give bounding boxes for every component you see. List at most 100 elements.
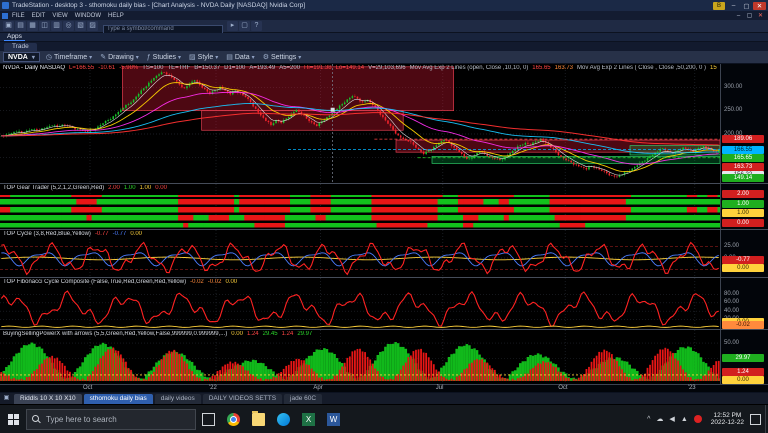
axis-price-badge: 1.24 (722, 367, 764, 376)
action-center-icon[interactable] (750, 413, 761, 425)
time-axis-label: Apr (313, 385, 323, 391)
fibonacci-axis[interactable]: 80.0060.0040.0020.000.00-0.02 (720, 278, 768, 329)
volume-icon[interactable]: ◀ (669, 415, 674, 423)
time-axis-label: Oct (83, 385, 93, 391)
chevron-down-icon: ▾ (31, 54, 35, 61)
task-view-icon[interactable] (202, 412, 215, 426)
cycle-value: 0.00 (130, 231, 142, 237)
workspace-tab[interactable]: jade 60C (284, 393, 323, 404)
gear-title: TOP Gear Trader (5,2,1,2,Green,Red) (3, 185, 105, 191)
power-value: 29.45 (262, 331, 278, 337)
gear-trader-axis[interactable]: 2.00 1.00 1.00 0.00 (720, 184, 768, 229)
chart-tool-label: Drawing (108, 53, 134, 61)
fibonacci-plot[interactable] (0, 278, 720, 330)
taskbar-clock[interactable]: 12:52 PM 2022-12-22 (711, 412, 744, 426)
time-axis[interactable]: Oct '22 Apr Jul Oct '23 (0, 384, 768, 392)
drawing-icon: ✎ (100, 54, 107, 61)
price-panel[interactable]: NVDA - Daily NASDAQ L=166.55 -10.61 -5.98% T… (0, 64, 768, 183)
time-axis-label: Oct (558, 385, 568, 391)
header-segment: NVDA - Daily NASDAQ (3, 65, 66, 71)
chart-tool-label: Studies (152, 53, 177, 61)
chart-header: NVDA - Daily NASDAQ L=166.55 -10.61 -5.98% T… (3, 65, 717, 71)
header-segment: 165.65 (532, 65, 551, 71)
save-icon[interactable]: ▦ (27, 21, 38, 31)
network-icon[interactable]: ▲ (681, 416, 688, 423)
cycle-axis[interactable]: 25.000.00-25.00-0.770.00 (720, 230, 768, 277)
workspace-tab[interactable]: daily videos (154, 393, 201, 404)
axis-tick-label: 25.00 (724, 243, 740, 250)
workspace-tab[interactable]: Riddls 10 X 10 X10 (14, 393, 82, 404)
open-workspace-icon[interactable]: ▤ (15, 21, 26, 31)
apps-tab[interactable]: Apps (4, 33, 25, 41)
symbol-selector[interactable]: NVDA ▾ (3, 52, 40, 62)
chart-analysis-icon[interactable]: ◫ (39, 21, 50, 31)
taskbar-search[interactable]: Type here to search (26, 408, 196, 430)
axis-price-badge: 149.14 (722, 174, 764, 182)
chart-tool-label: Timeframe (53, 53, 88, 61)
buying-selling-power-axis[interactable]: 50.0030.0010.0029.971.240.00 (720, 330, 768, 384)
radar-screen-icon[interactable]: ◎ (63, 21, 74, 31)
chart-tool-style[interactable]: ▨ Style ▾ (189, 53, 218, 62)
workspace-tabs: ▣ Riddls 10 X 10 X10 sthomoku daily bias d… (0, 392, 768, 404)
menu-view[interactable]: VIEW (52, 13, 67, 19)
chart-tool-settings[interactable]: ⚙ Settings ▾ (263, 53, 302, 62)
chart-tool-timeframe[interactable]: ◷ Timeframe ▾ (46, 53, 92, 62)
cloud-icon[interactable]: ☁ (656, 415, 663, 423)
pin-icon[interactable]: ▣ (2, 394, 11, 403)
minimize-button[interactable]: – (727, 2, 740, 9)
trade-tab[interactable]: Trade (4, 43, 37, 51)
power-value: 1.24 (281, 331, 294, 337)
news-icon[interactable]: ▨ (87, 21, 98, 31)
chrome-icon[interactable] (227, 412, 240, 426)
layout-icon[interactable]: ▢ (239, 21, 250, 31)
mdi-minimize-button[interactable]: – (733, 13, 744, 19)
chart-tool-studies[interactable]: ƒ Studies ▾ (147, 53, 181, 61)
buying-selling-power-plot[interactable] (0, 330, 720, 385)
cycle-panel[interactable]: TOP Cycle (3,8,Red,Blue,Yellow) -0.77 -0.7… (0, 229, 768, 278)
workspace-tab[interactable]: sthomoku daily bias (83, 393, 153, 404)
tradestation-window: TradeStation - desktop 3 - sthomoku dail… (0, 0, 768, 433)
data-icon: ▤ (226, 54, 233, 61)
word-icon[interactable]: W (327, 412, 340, 426)
chart-tool-drawing[interactable]: ✎ Drawing ▾ (100, 53, 139, 62)
maximize-button[interactable]: ▢ (740, 2, 753, 10)
hot-lists-icon[interactable]: ▧ (75, 21, 86, 31)
axis-price-badge: 0.00 (722, 218, 764, 227)
price-axis[interactable]: 300.00250.00200.00150.00189.06166.55165.… (720, 64, 768, 183)
edge-icon[interactable] (277, 412, 290, 426)
time-axis-label: Jul (435, 385, 444, 391)
gear-trader-label: TOP Gear Trader (5,2,1,2,Green,Red) 2.00 1… (3, 185, 171, 191)
menu-window[interactable]: WINDOW (75, 13, 101, 19)
account-badge[interactable]: B (712, 1, 725, 10)
axis-tick-label: 40.00 (724, 307, 740, 314)
menu-edit[interactable]: EDIT (32, 13, 46, 19)
workspace-tab[interactable]: DAILY VIDEOS SETTS (202, 393, 283, 404)
start-button[interactable] (0, 405, 26, 433)
excel-icon[interactable]: X (302, 412, 315, 426)
mdi-restore-button[interactable]: ▢ (744, 12, 755, 19)
price-chart-plot[interactable] (0, 64, 720, 183)
fibonacci-panel[interactable]: TOP Fibonacci Cycle Composite (False,Tru… (0, 277, 768, 330)
chevron-down-icon: ▾ (178, 54, 182, 61)
menu-file[interactable]: FILE (12, 13, 25, 19)
new-workspace-icon[interactable]: ▣ (3, 21, 14, 31)
run-command-icon[interactable]: ▸ (227, 21, 238, 31)
gear-trader-panel[interactable]: TOP Gear Trader (5,2,1,2,Green,Red) 2.00 1… (0, 183, 768, 230)
cycle-plot[interactable] (0, 230, 720, 278)
header-segment: V=29,103,696 (368, 65, 406, 71)
axis-price-badge: 1.00 (722, 209, 764, 217)
app-icon (2, 12, 8, 19)
notification-dot-icon[interactable] (693, 415, 702, 423)
folder-icon[interactable] (252, 410, 265, 426)
system-tray: ^ ☁ ◀ ▲ 12:52 PM 2022-12-22 (644, 404, 768, 433)
matrix-icon[interactable]: ▥ (51, 21, 62, 31)
gear-value: 2.00 (108, 185, 120, 191)
help-icon[interactable]: ? (251, 21, 262, 31)
chart-tool-label: Style (197, 53, 214, 61)
mdi-close-button[interactable]: ✕ (755, 12, 766, 19)
chart-tool-data[interactable]: ▤ Data ▾ (226, 53, 254, 62)
close-button[interactable]: ✕ (753, 1, 766, 10)
buying-selling-power-panel[interactable]: BuyingSellingPowerX with arrows (5,5,Gre… (0, 329, 768, 385)
chevron-up-icon[interactable]: ^ (647, 416, 650, 423)
header-segment: -10.61 (98, 65, 116, 71)
